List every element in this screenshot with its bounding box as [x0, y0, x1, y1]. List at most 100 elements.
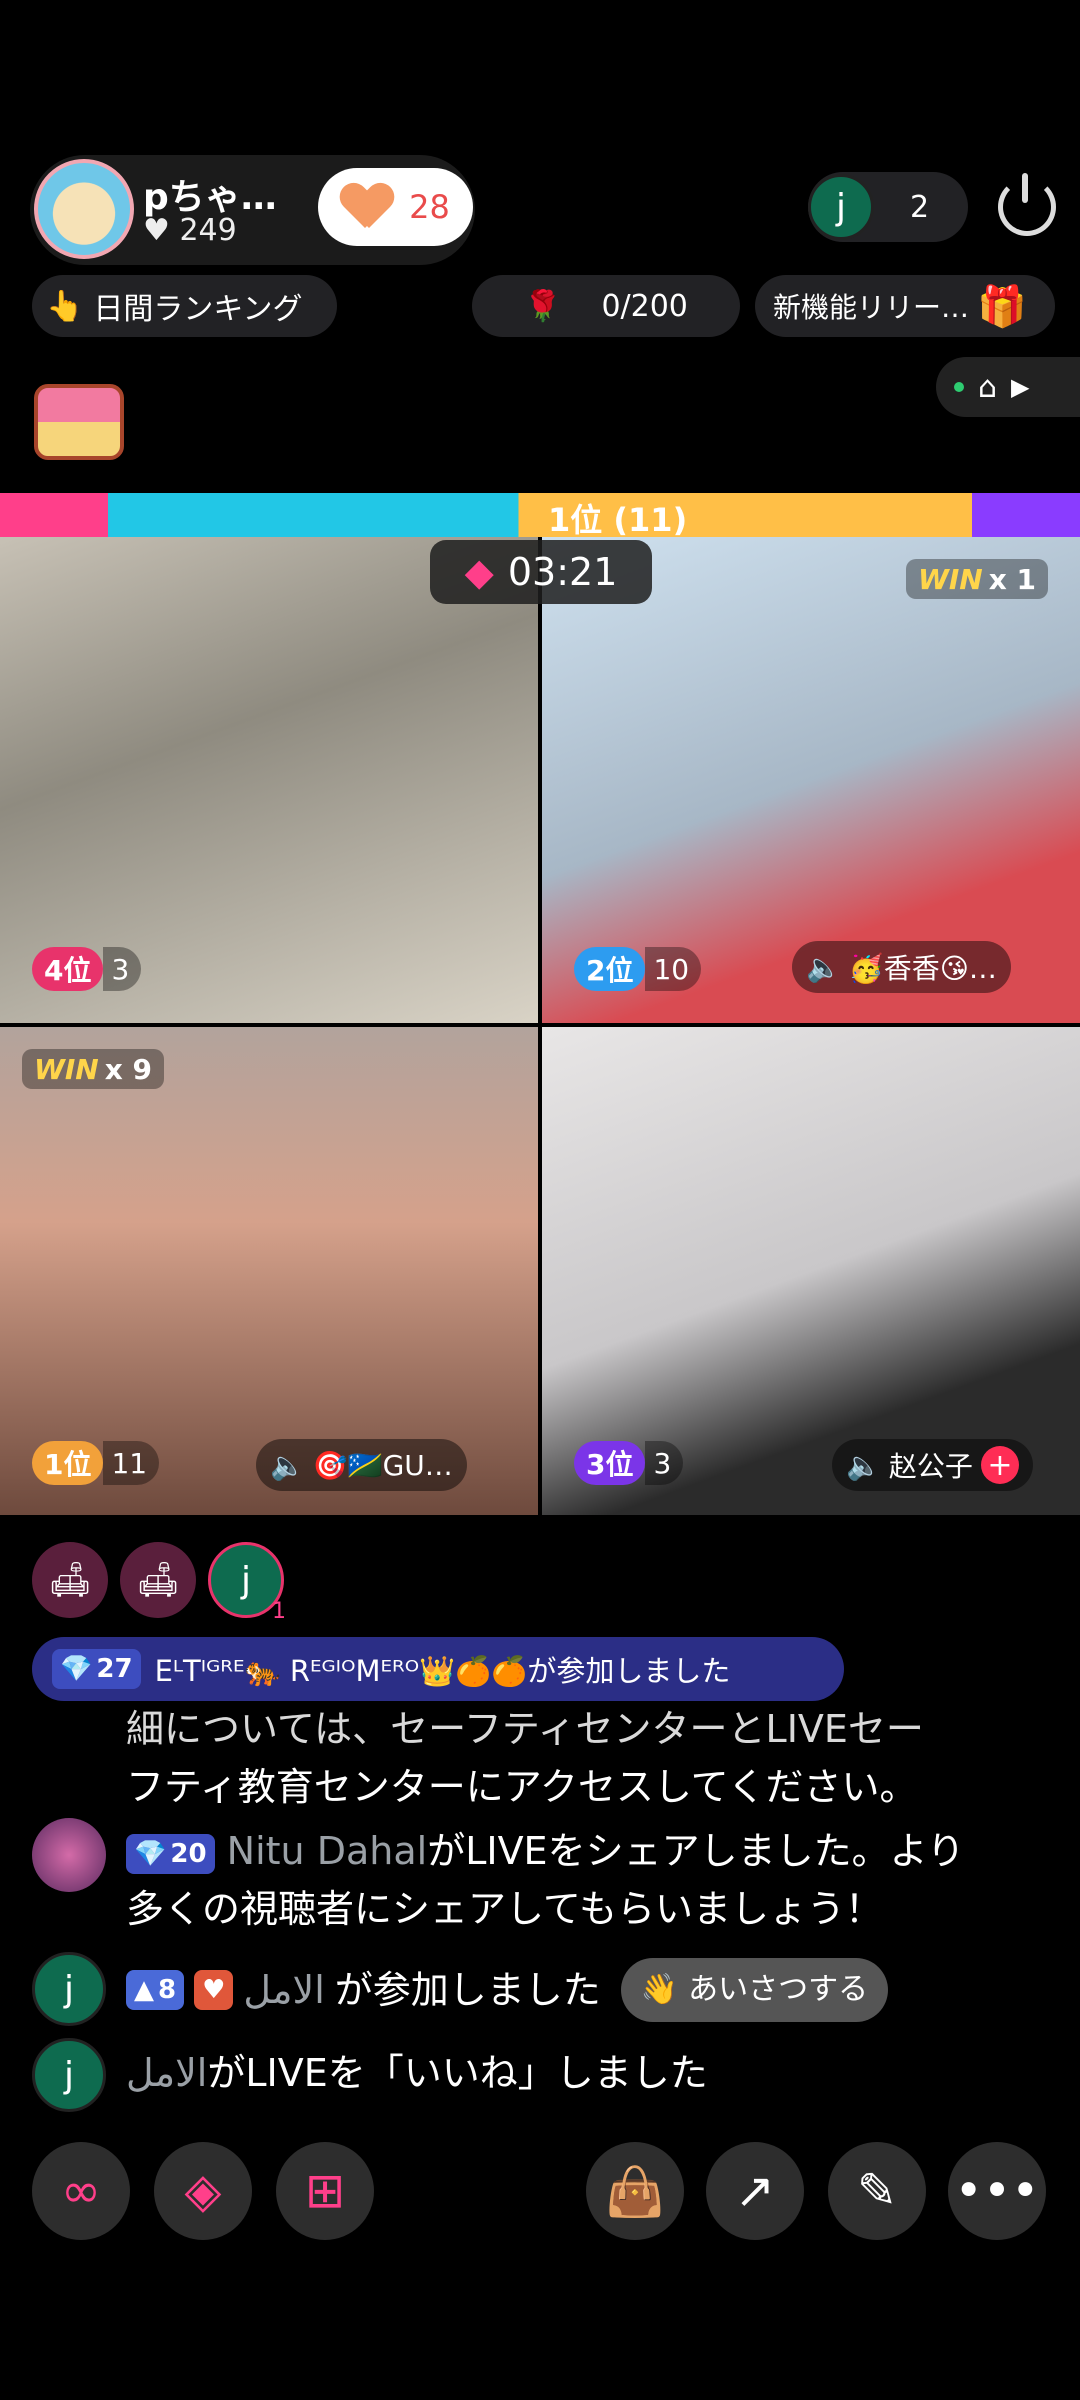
rank-label: 1位: [32, 1441, 104, 1485]
battle-timer: ◆ 03:21: [430, 540, 652, 604]
rank-score: 3: [103, 947, 142, 991]
rank-score: 3: [645, 1441, 684, 1485]
share-icon[interactable]: ↗: [706, 2142, 804, 2240]
viewer-count-pill[interactable]: j 2: [808, 172, 968, 242]
win-count: x 9: [104, 1052, 153, 1086]
rank-badge: 2位 10: [574, 947, 702, 991]
guest-video-tile-3[interactable]: WIN x 9 1位 11 🔈 🎯🇸🇧GU…: [0, 1027, 538, 1515]
rank-badge: 3位 3: [574, 1441, 684, 1485]
rank-score: 11: [103, 1441, 160, 1485]
battle-icon: ◆: [464, 550, 494, 594]
level-badge: 💎 27: [52, 1649, 141, 1689]
home-icon: ⌂: [978, 369, 998, 405]
user-avatar[interactable]: j: [32, 1952, 106, 2026]
greet-label: あいさつする: [688, 1972, 869, 2007]
level-badge: 💎 20: [126, 1833, 215, 1874]
chat-username[interactable]: الامل: [243, 1961, 324, 2019]
guest-name: 赵公子: [888, 1450, 973, 1483]
battle-leader-label: 1位 (11): [548, 501, 688, 539]
guest-name-pill[interactable]: 🔈 赵公子 +: [832, 1439, 1033, 1491]
host-like-count: 249: [179, 213, 237, 248]
level-value: 27: [96, 1654, 133, 1684]
guest-video-tile-2[interactable]: WIN x 1 2位 10 🔈 🥳香香😘…: [542, 537, 1080, 1023]
chat-username[interactable]: Nitu Dahal: [227, 1829, 428, 1873]
sofa-seat-icon[interactable]: 🛋: [32, 1542, 108, 1618]
shopping-bag-icon[interactable]: 👜: [586, 2142, 684, 2240]
speaker-icon: 🔈: [806, 950, 841, 984]
seated-viewer[interactable]: j 1: [208, 1542, 286, 1624]
ranking-label: 日間ランキング: [93, 292, 303, 327]
gift-goal-pill[interactable]: 🌹 0/200: [472, 275, 740, 337]
battle-icon[interactable]: ◈: [154, 2142, 252, 2240]
rose-icon: 🌹: [524, 288, 562, 324]
viewer-avatar: j: [808, 174, 874, 240]
timer-value: 03:21: [507, 550, 618, 594]
rank-score: 10: [645, 947, 702, 991]
mini-controls[interactable]: ⌂ ▶: [936, 357, 1080, 417]
new-feature-label: 新機能リリー…: [773, 291, 970, 324]
level-badge: ▲ 8: [126, 1970, 185, 2010]
host-avatar[interactable]: [34, 159, 134, 259]
rank-badge: 1位 11: [32, 1441, 160, 1485]
join-banner: 💎 27 EᴸTᴵᴳᴿᴱ🐅 RᴱᴳᴵᴼMᴱᴿᴼ👑🍊🍊が参加しました: [32, 1637, 844, 1701]
wave-icon: 👋: [640, 1972, 679, 2007]
battle-progress-bar: [0, 493, 1080, 537]
guest-video-tile-4[interactable]: 3位 3 🔈 赵公子 +: [542, 1027, 1080, 1515]
apps-grid-icon[interactable]: ⊞: [276, 2142, 374, 2240]
guest-name: 🥳香香😘…: [848, 952, 997, 985]
follow-plus-icon[interactable]: +: [980, 1446, 1019, 1484]
chat-message: 💎 20 Nitu DahalがLIVEをシェアしました。より 多くの視聴者にシ…: [126, 1822, 1056, 1938]
win-word: WIN: [918, 562, 983, 596]
magic-wand-icon[interactable]: ✎: [828, 2142, 926, 2240]
greet-button[interactable]: 👋 あいさつする: [620, 1958, 889, 2022]
win-badge: WIN x 1: [906, 559, 1049, 599]
speaker-icon: 🔈: [270, 1448, 305, 1482]
system-line: フティ教育センターにアクセスしてください。: [126, 1765, 918, 1809]
treasure-chest-icon[interactable]: [34, 384, 124, 460]
fan-badge-icon: ♥: [194, 1970, 234, 2010]
level-value: 8: [158, 1975, 177, 2005]
system-line: 細については、セーフティセンターとLIVEセー: [126, 1707, 924, 1751]
seat-badge: 1: [272, 1599, 286, 1624]
play-icon: ▶: [1011, 373, 1030, 401]
chat-text: がLIVEを「いいね」しました: [207, 2051, 708, 2095]
win-count: x 1: [988, 562, 1037, 596]
power-icon[interactable]: [998, 173, 1056, 236]
chat-message: ▲ 8 ♥ الامل が参加しました 👋 あいさつする: [126, 1958, 889, 2022]
rank-label: 4位: [32, 947, 104, 991]
rank-badge: 4位 3: [32, 947, 142, 991]
host-likes: ♥ 249: [143, 213, 237, 248]
chat-message: الاملがLIVEを「いいね」しました: [126, 2044, 708, 2102]
heart-icon: [341, 184, 393, 230]
fire-icon: 👆: [46, 288, 84, 324]
multi-guest-icon[interactable]: ∞: [32, 2142, 130, 2240]
system-message: 細については、セーフティセンターとLIVEセー フティ教育センターにアクセスして…: [126, 1700, 924, 1816]
win-badge: WIN x 9: [22, 1049, 165, 1089]
chat-text: が参加しました: [334, 1968, 601, 2012]
gift-goal-value: 0/200: [601, 288, 688, 324]
like-button[interactable]: 28: [318, 168, 473, 246]
status-dot-icon: [954, 382, 964, 392]
guest-video-tile-1[interactable]: 4位 3: [0, 537, 538, 1023]
gift-box-icon: 🎁: [977, 283, 1027, 330]
win-word: WIN: [34, 1052, 99, 1086]
daily-ranking-button[interactable]: 👆 日間ランキング: [32, 275, 337, 337]
guest-name-pill[interactable]: 🔈 🥳香香😘…: [792, 941, 1011, 993]
more-icon[interactable]: •••: [948, 2142, 1046, 2240]
rank-label: 2位: [574, 947, 646, 991]
new-feature-banner[interactable]: 新機能リリー… 🎁: [755, 275, 1055, 337]
like-count: 28: [409, 188, 450, 226]
viewer-count: 2: [910, 189, 930, 225]
sofa-seat-icon[interactable]: 🛋: [120, 1542, 196, 1618]
guest-name-pill[interactable]: 🔈 🎯🇸🇧GU…: [256, 1439, 467, 1491]
chat-username[interactable]: الامل: [126, 2051, 207, 2095]
user-avatar[interactable]: j: [32, 2038, 106, 2112]
user-avatar[interactable]: [32, 1818, 106, 1892]
chat-text: がLIVEをシェアしました。より: [427, 1829, 965, 1873]
join-text: EᴸTᴵᴳᴿᴱ🐅 RᴱᴳᴵᴼMᴱᴿᴼ👑🍊🍊が参加しました: [154, 1654, 731, 1688]
speaker-icon: 🔈: [846, 1448, 881, 1482]
guest-name: 🎯🇸🇧GU…: [312, 1448, 453, 1482]
level-value: 20: [170, 1838, 207, 1869]
chat-text: 多くの視聴者にシェアしてもらいましょう！: [126, 1887, 883, 1931]
rank-label: 3位: [574, 1441, 646, 1485]
